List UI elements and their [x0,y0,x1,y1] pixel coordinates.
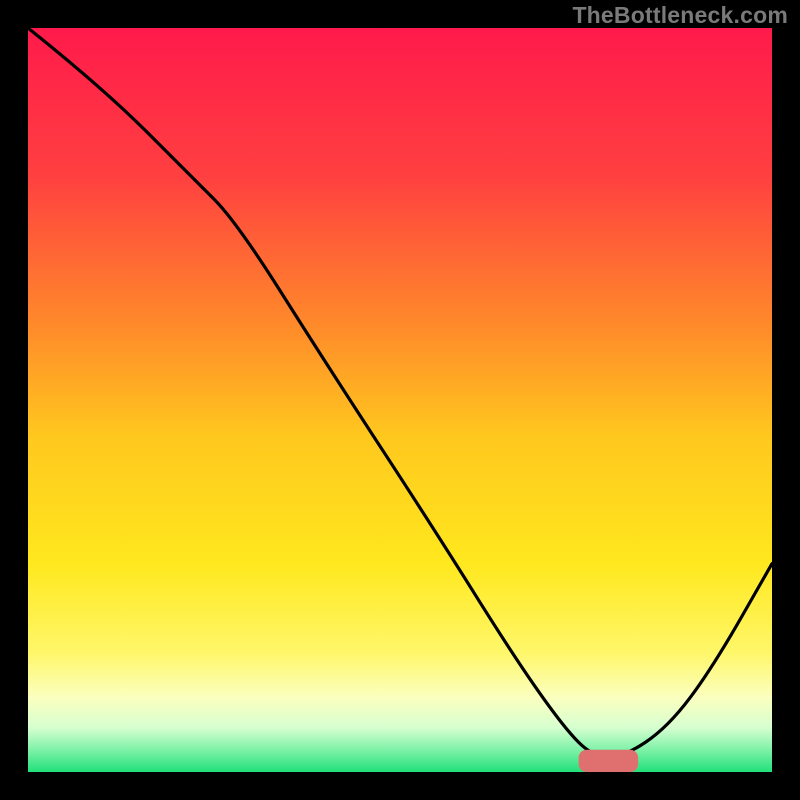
bottleneck-chart [0,0,800,800]
chart-frame: TheBottleneck.com [0,0,800,800]
optimal-marker [579,750,639,772]
watermark-text: TheBottleneck.com [572,2,788,29]
chart-background [28,28,772,772]
